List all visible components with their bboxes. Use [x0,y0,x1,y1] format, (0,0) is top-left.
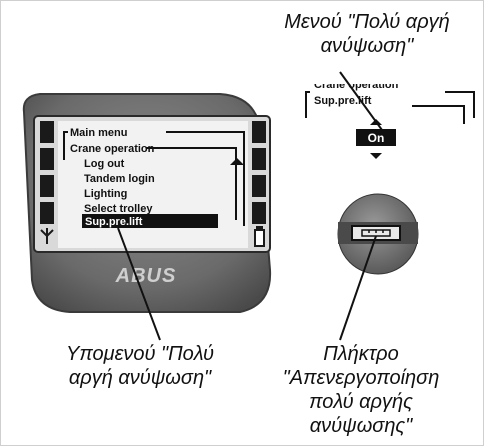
callout-key-line-4: ανύψωσης" [309,415,413,437]
zoom-value-text: On [368,131,385,145]
callout-submenu-line-1: Υπομενού "Πολύ [66,343,214,365]
callout-submenu-line-2: αργή ανύψωση" [68,367,212,389]
lcd-item-tandem-login[interactable]: Tandem login [84,173,155,185]
lcd-header: Main menu [70,127,127,139]
callout-menu-line-1: Μενού "Πολύ αργή [284,11,450,33]
callout-menu-line-2: ανύψωση" [320,35,414,57]
callout-key-line-3: πολύ αργής [309,391,413,413]
lcd-item-lighting[interactable]: Lighting [84,188,127,200]
callout-key-line-1: Πλήκτρο [323,343,399,365]
zoom-header-partial: Crane operation [314,79,399,91]
brand-logo: ABUS [115,265,177,287]
callout-menu: Μενού "Πολύ αργή ανύψωση" [262,10,472,58]
callout-key-line-2: "Απενεργοποίηση [282,367,440,389]
lcd-item-select-trolley[interactable]: Select trolley [84,203,153,215]
callout-submenu: Υπομενού "Πολύ αργή ανύψωση" [40,342,240,390]
callout-key: Πλήκτρο "Απενεργοποίηση πολύ αργής ανύψω… [256,342,466,438]
lcd-item-log-out[interactable]: Log out [84,158,125,170]
battery-icon [254,226,265,247]
lcd-item-sup-pre-lift[interactable]: Sup.pre.lift [85,216,143,228]
lcd-section: Crane operation [70,143,155,155]
